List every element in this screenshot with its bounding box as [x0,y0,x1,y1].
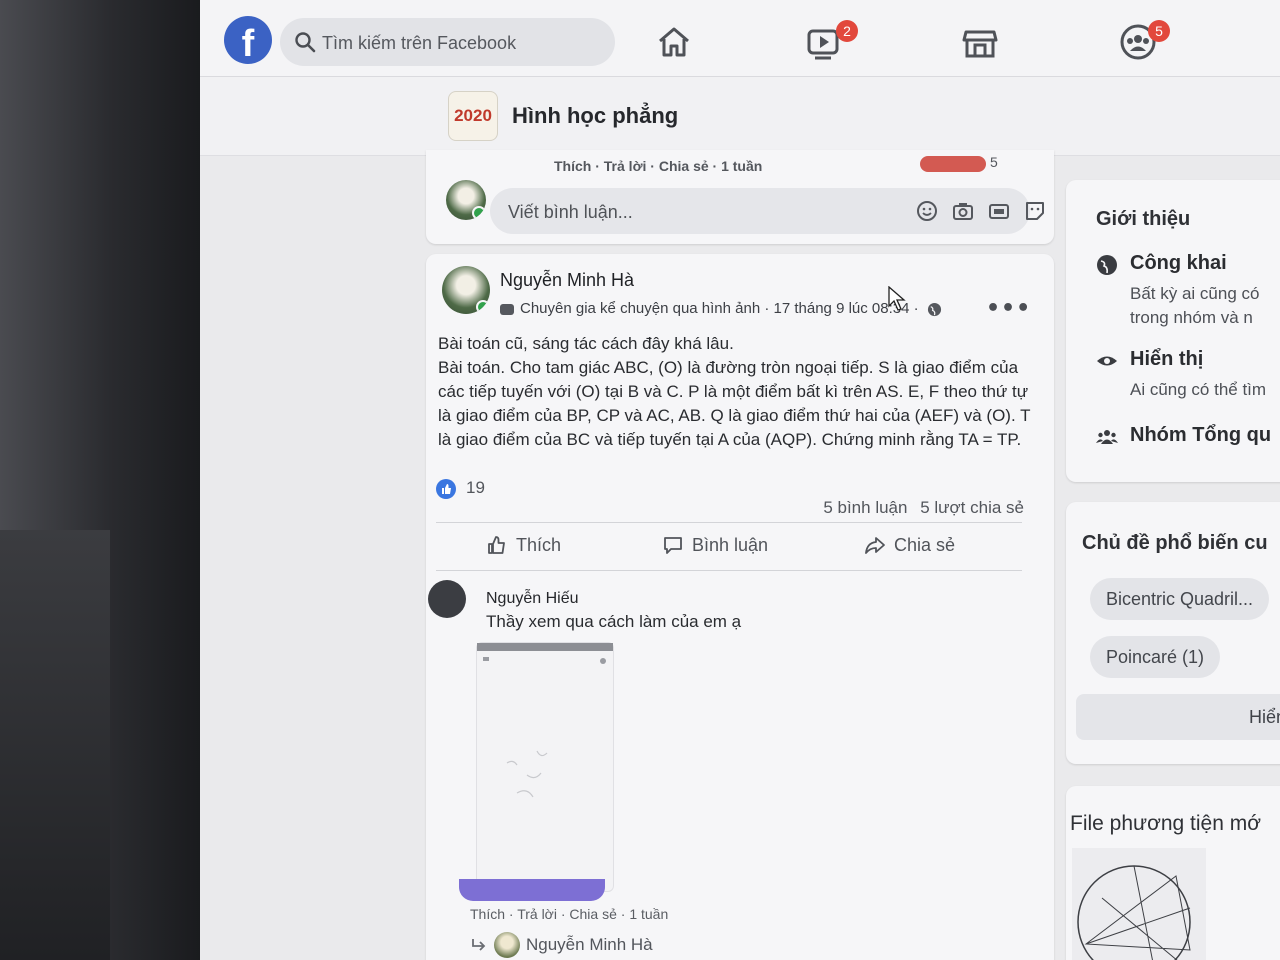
facebook-screen: f 2 5 [200,0,1280,960]
write-comment-box[interactable] [490,188,1044,234]
about-title: Giới thiệu [1096,208,1191,230]
group-about-card: Giới thiệu Công khai Bất kỳ ai cũng có t… [1066,180,1280,482]
recent-media-title: File phương tiện mớ [1070,812,1262,835]
comment-text: Thầy xem qua cách làm của em ạ [486,612,742,631]
group-thumbnail[interactable]: 2020 [448,91,498,141]
comments-count-link[interactable]: 5 bình luận [823,498,907,517]
search-icon [295,32,316,53]
globe-icon [1097,255,1117,275]
share-button[interactable]: Chia sẻ [864,534,955,556]
handwriting-image-icon [477,643,613,798]
badge-icon [500,303,514,315]
comment-button-label: Bình luận [692,534,769,555]
group-title[interactable]: Hình học phẳng [512,103,678,129]
geometry-media-thumbnail[interactable] [1072,848,1206,960]
group-header: 2020 Hình học phẳng [200,77,1280,156]
mouse-cursor-icon [888,286,906,311]
post-card: Nguyễn Minh Hà Chuyên gia kể chuyện qua … [426,254,1054,960]
previous-post-card: Thích · Trả lời · Chia sẻ · 1 tuần 5 [426,150,1054,244]
see-more-button[interactable]: Hiển th [1076,694,1280,740]
comment-icon [664,537,682,554]
reply-preview[interactable]: Nguyễn Minh Hà [470,932,653,958]
image-toolbar[interactable] [459,879,605,901]
post-problem-text: Bài toán. Cho tam giác ABC, (O) là đường… [438,358,1031,449]
visibility-desc: Ai cũng có thể tìm [1130,380,1267,399]
facebook-logo-icon[interactable]: f [224,16,272,64]
sticker-icon[interactable] [1024,200,1046,222]
eye-icon [1097,356,1117,366]
groups-notification-badge: 5 [1148,20,1170,42]
like-button[interactable]: Thích [486,534,561,556]
divider [436,570,1022,571]
reaction-icons[interactable] [920,156,986,172]
commenter-name[interactable]: Nguyễn Hiếu [486,590,579,608]
top-navigation-bar: f 2 5 [200,0,1280,77]
comment-item: Nguyễn Hiếu Thầy xem qua cách làm của em… [426,576,1054,960]
post-intro-line: Bài toán cũ, sáng tác cách đây khá lâu. [438,334,734,353]
like-reaction-icon [436,478,456,499]
comment-button[interactable]: Bình luận [662,534,768,556]
divider [436,522,1022,523]
reply-arrow-icon [472,939,486,951]
reaction-count: 5 [990,154,998,170]
share-button-label: Chia sẻ [894,534,956,555]
post-subtitle-text: Chuyên gia kể chuyện qua hình ảnh · 17 t… [520,300,919,317]
reply-author-avatar[interactable] [494,932,520,958]
shares-count-link[interactable]: 5 lượt chia sẻ [920,498,1024,517]
background-object [0,530,110,960]
reply-author-name[interactable]: Nguyễn Minh Hà [526,935,653,955]
popular-topics-card: Chủ đề phổ biến cu Bicentric Quadril... … [1066,502,1280,764]
privacy-public-desc-2: trong nhóm và n [1130,308,1253,327]
previous-comment-meta: Thích · Trả lời · Chia sẻ · 1 tuần [554,158,763,174]
watch-notification-badge: 2 [836,20,858,42]
people-icon [1096,430,1118,444]
post-content: Bài toán cũ, sáng tác cách đây khá lâu. … [438,332,1034,452]
comment-attached-image[interactable] [459,642,614,901]
like-summary[interactable]: 19 [436,478,485,500]
public-globe-icon [927,302,941,316]
share-arrow-icon [865,537,885,554]
online-status-dot [476,300,490,314]
search-box[interactable] [280,18,615,66]
search-input[interactable] [320,28,604,58]
recent-media-card: File phương tiện mớ [1066,786,1280,960]
current-user-avatar[interactable] [446,180,486,220]
post-author-subtitle: Chuyên gia kể chuyện qua hình ảnh · 17 t… [500,300,980,317]
privacy-public-desc-1: Bất kỳ ai cũng có [1130,284,1260,303]
group-overview-title[interactable]: Nhóm Tổng qu [1130,424,1271,447]
like-count-value: 19 [466,478,485,497]
post-author-name[interactable]: Nguyễn Minh Hà [500,270,634,291]
camera-icon[interactable] [952,200,974,222]
emoji-icon[interactable] [916,200,938,222]
post-stats: 5 bình luận 5 lượt chia sẻ [815,498,1024,518]
comment-meta: Thích · Trả lời · Chia sẻ · 1 tuần [470,906,669,922]
write-comment-input[interactable] [506,198,870,226]
home-icon[interactable] [654,22,694,62]
commenter-avatar[interactable] [428,580,466,618]
topic-chip[interactable]: Poincaré (1) [1090,636,1221,678]
topic-chip[interactable]: Bicentric Quadril... [1090,578,1270,620]
online-status-dot [472,206,486,220]
visibility-title: Hiển thị [1130,348,1204,370]
thumbs-up-icon [488,536,505,554]
gif-icon[interactable] [988,200,1010,222]
post-options-button[interactable]: ••• [986,296,1031,321]
privacy-public-title: Công khai [1130,252,1227,274]
like-button-label: Thích [516,534,562,555]
popular-topics-title: Chủ đề phổ biến cu [1082,532,1268,554]
marketplace-icon[interactable] [960,22,1000,62]
post-author-avatar[interactable] [442,266,490,314]
